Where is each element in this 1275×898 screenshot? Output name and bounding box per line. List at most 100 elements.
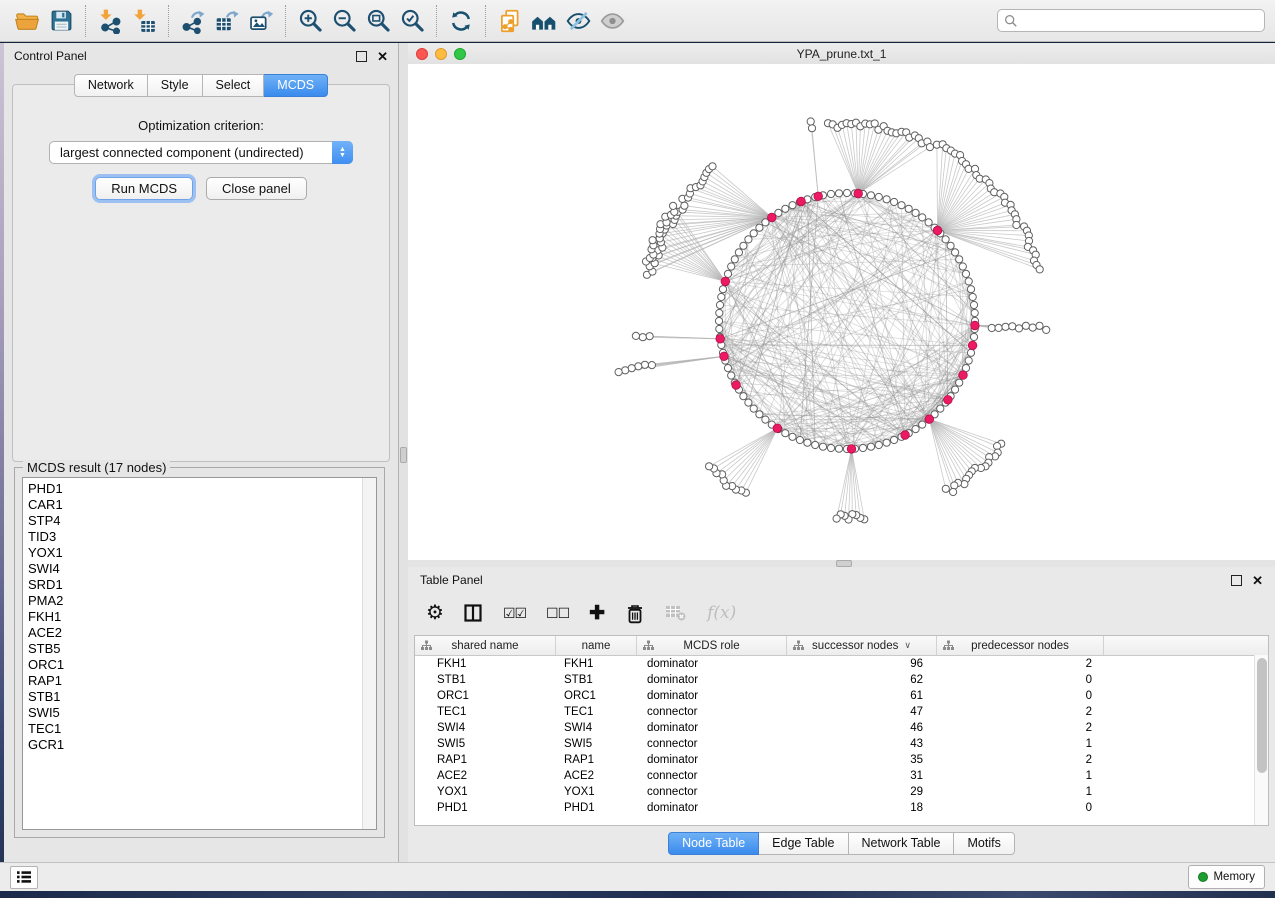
mcds-scrollbar[interactable] [362,478,376,829]
mcds-result-item[interactable]: PMA2 [23,593,376,609]
delete-column-icon[interactable] [625,603,645,624]
cell-shared-name: PHD1 [415,802,556,814]
mcds-result-item[interactable]: SWI5 [23,705,376,721]
zoom-in-icon[interactable] [293,5,327,37]
select-all-columns-icon[interactable]: ☑☑ [503,605,526,622]
deselect-all-columns-icon[interactable]: ☐☐ [546,605,569,622]
mcds-result-item[interactable]: ORC1 [23,657,376,673]
column-header-shared-name[interactable]: shared name [415,636,556,655]
mcds-result-item[interactable]: STB1 [23,689,376,705]
mcds-result-item[interactable]: ACE2 [23,625,376,641]
column-header-predecessor-nodes[interactable]: predecessor nodes [937,636,1104,655]
add-column-icon[interactable]: ✚ [589,604,605,623]
close-panel-button[interactable]: Close panel [206,177,307,200]
optimization-criterion-select[interactable]: largest connected component (undirected)… [49,141,353,164]
network-titlebar[interactable]: YPA_prune.txt_1 [408,43,1275,65]
cell-mcds-role: dominator [637,802,787,814]
memory-label: Memory [1213,871,1255,883]
tab-mcds[interactable]: MCDS [264,74,328,97]
mcds-result-item[interactable]: TID3 [23,529,376,545]
tab-network-table[interactable]: Network Table [849,832,955,855]
first-neighbors-icon[interactable] [527,5,561,37]
column-header-mcds-role[interactable]: MCDS role [637,636,787,655]
tab-style[interactable]: Style [148,74,203,97]
table-row[interactable]: ORC1ORC1dominator610 [415,688,1268,704]
zoom-selected-icon[interactable] [395,5,429,37]
search-input[interactable] [1022,13,1258,29]
table-row[interactable]: STB1STB1dominator620 [415,672,1268,688]
export-image-icon[interactable] [244,5,278,37]
hierarchy-icon [943,640,954,654]
cell-mcds-role: connector [637,770,787,782]
cell-shared-name: STB1 [415,674,556,686]
toolbar-separator [436,5,437,37]
tab-node-table[interactable]: Node Table [668,832,759,855]
run-mcds-button[interactable]: Run MCDS [95,177,193,200]
table-settings-icon[interactable]: ⚙ [426,603,444,623]
table-row[interactable]: TEC1TEC1connector472 [415,704,1268,720]
table-toolbar: ⚙ ☑☑ ☐☐ ✚ f(x) [414,593,1269,633]
memory-button[interactable]: Memory [1188,865,1265,889]
column-header-name[interactable]: name [556,636,637,655]
mcds-result-item[interactable]: STP4 [23,513,376,529]
cell-name: SWI4 [556,722,637,734]
close-panel-icon[interactable]: ✕ [1252,574,1263,587]
split-columns-icon[interactable] [464,604,483,622]
table-row[interactable]: ACE2ACE2connector311 [415,768,1268,784]
tab-edge-table[interactable]: Edge Table [759,832,848,855]
main-toolbar [0,0,1275,42]
import-table-icon[interactable] [127,5,161,37]
cell-mcds-role: dominator [637,722,787,734]
mcds-result-item[interactable]: SWI4 [23,561,376,577]
scrollbar-thumb[interactable] [1257,658,1267,773]
table-row[interactable]: YOX1YOX1connector291 [415,784,1268,800]
network-canvas[interactable] [408,64,1275,560]
mcds-result-item[interactable]: RAP1 [23,673,376,689]
sort-descending-icon: ∨ [904,640,911,651]
duplicate-network-icon[interactable] [493,5,527,37]
save-icon[interactable] [44,5,78,37]
zoom-fit-icon[interactable] [361,5,395,37]
tab-motifs[interactable]: Motifs [954,832,1014,855]
table-row[interactable]: SWI5SWI5connector431 [415,736,1268,752]
table-row[interactable]: FKH1FKH1dominator962 [415,656,1268,672]
mcds-result-item[interactable]: TEC1 [23,721,376,737]
mcds-result-item[interactable]: PHD1 [23,481,376,497]
mcds-result-item[interactable]: STB5 [23,641,376,657]
show-all-icon[interactable] [595,5,629,37]
export-network-icon[interactable] [176,5,210,37]
float-panel-icon[interactable] [356,51,367,62]
cell-mcds-role: connector [637,738,787,750]
open-file-icon[interactable] [10,5,44,37]
zoom-out-icon[interactable] [327,5,361,37]
horizontal-splitter[interactable] [408,560,1275,567]
refresh-icon[interactable] [444,5,478,37]
mcds-result-item[interactable]: CAR1 [23,497,376,513]
table-scrollbar[interactable] [1254,655,1268,825]
mcds-result-group: MCDS result (17 nodes) PHD1CAR1STP4TID3Y… [14,467,385,838]
mcds-result-listbox[interactable]: PHD1CAR1STP4TID3YOX1SWI4SRD1PMA2FKH1ACE2… [22,477,377,830]
mcds-result-item[interactable]: SRD1 [23,577,376,593]
vertical-splitter[interactable] [399,43,408,862]
show-task-history-button[interactable] [10,866,38,889]
tab-select[interactable]: Select [203,74,265,97]
cell-shared-name: ORC1 [415,690,556,702]
cell-shared-name: RAP1 [415,754,556,766]
export-table-icon[interactable] [210,5,244,37]
hide-selected-icon[interactable] [561,5,595,37]
mcds-result-item[interactable]: YOX1 [23,545,376,561]
mcds-result-item[interactable]: GCR1 [23,737,376,753]
table-row[interactable]: RAP1RAP1dominator352 [415,752,1268,768]
splitter-handle[interactable] [400,447,407,463]
column-header-successor-nodes[interactable]: successor nodes∨ [787,636,937,655]
table-row[interactable]: SWI4SWI4dominator462 [415,720,1268,736]
mcds-result-item[interactable]: FKH1 [23,609,376,625]
import-network-icon[interactable] [93,5,127,37]
splitter-handle[interactable] [836,560,852,567]
table-row[interactable]: PHD1PHD1dominator180 [415,800,1268,816]
hierarchy-icon [793,640,804,654]
float-panel-icon[interactable] [1231,575,1242,586]
close-panel-icon[interactable]: ✕ [377,50,388,63]
search-box[interactable] [997,9,1265,32]
tab-network[interactable]: Network [74,74,148,97]
